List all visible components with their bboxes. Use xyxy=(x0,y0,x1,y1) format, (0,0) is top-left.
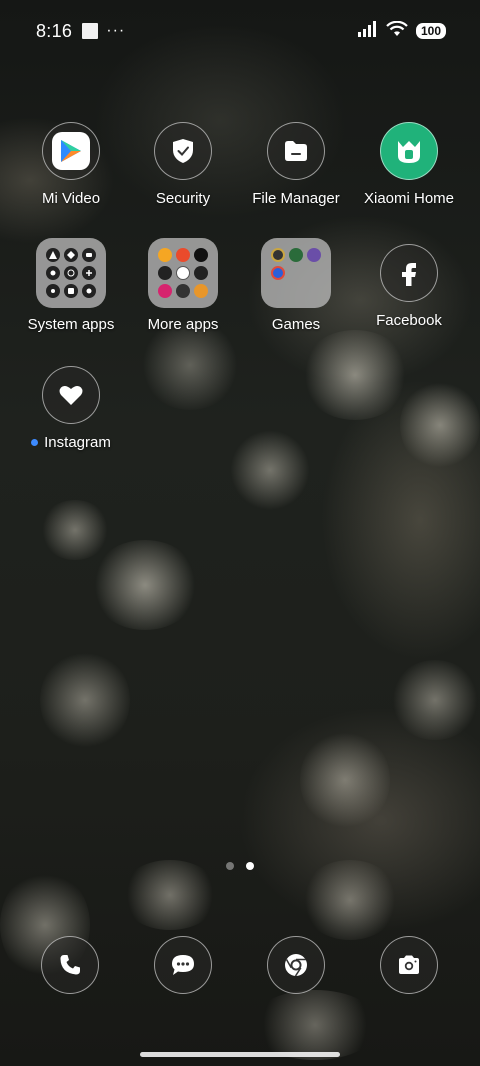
xiaomi-home-icon xyxy=(380,122,438,180)
folder-grid-icon xyxy=(148,238,218,308)
dock-camera[interactable] xyxy=(380,936,438,994)
status-time: 8:16 xyxy=(36,20,73,41)
facebook-f-icon xyxy=(380,244,438,302)
app-file-manager[interactable]: File Manager xyxy=(236,122,356,207)
app-facebook[interactable]: Facebook xyxy=(349,244,469,329)
folder-grid-icon xyxy=(36,238,106,308)
folder-games[interactable]: Games xyxy=(236,238,356,333)
app-instagram[interactable]: Instagram xyxy=(11,366,131,451)
app-xiaomi-home[interactable]: Xiaomi Home xyxy=(349,122,469,207)
mi-video-play-icon xyxy=(42,122,100,180)
battery-indicator: 100 xyxy=(415,23,446,39)
folder-more-apps[interactable]: More apps xyxy=(123,238,243,333)
phone-icon xyxy=(41,936,99,994)
page-indicator xyxy=(0,862,480,870)
home-gesture-bar[interactable] xyxy=(140,1052,340,1057)
signal-icon xyxy=(357,20,378,42)
chrome-icon xyxy=(267,936,325,994)
app-label: File Manager xyxy=(252,190,340,207)
app-label: System apps xyxy=(27,316,115,333)
folder-icon xyxy=(267,122,325,180)
page-dot-1[interactable] xyxy=(226,862,234,870)
folder-grid-icon xyxy=(261,238,331,308)
dock-phone[interactable] xyxy=(41,936,99,994)
app-label: Games xyxy=(271,316,321,333)
chat-bubble-icon xyxy=(154,936,212,994)
app-label: More apps xyxy=(147,316,219,333)
app-label: Xiaomi Home xyxy=(363,190,455,207)
new-install-dot xyxy=(31,439,39,446)
page-dot-2-active[interactable] xyxy=(246,862,254,870)
heart-icon xyxy=(42,366,100,424)
app-label-row: Instagram xyxy=(31,434,111,451)
camera-icon xyxy=(380,936,438,994)
app-security[interactable]: Security xyxy=(123,122,243,207)
shield-check-icon xyxy=(154,122,212,180)
app-label: Instagram xyxy=(44,434,111,451)
folder-system-apps[interactable]: System apps xyxy=(11,238,131,333)
wifi-icon xyxy=(386,20,408,42)
status-bar: 8:16 ··· 100 xyxy=(0,0,480,62)
notification-square-icon xyxy=(82,23,99,39)
app-label: Mi Video xyxy=(41,190,101,207)
dock-messages[interactable] xyxy=(154,936,212,994)
more-notifications-icon: ··· xyxy=(106,22,126,39)
dock-chrome[interactable] xyxy=(267,936,325,994)
app-label: Security xyxy=(155,190,211,207)
app-label: Facebook xyxy=(376,312,442,329)
app-mi-video[interactable]: Mi Video xyxy=(11,122,131,207)
